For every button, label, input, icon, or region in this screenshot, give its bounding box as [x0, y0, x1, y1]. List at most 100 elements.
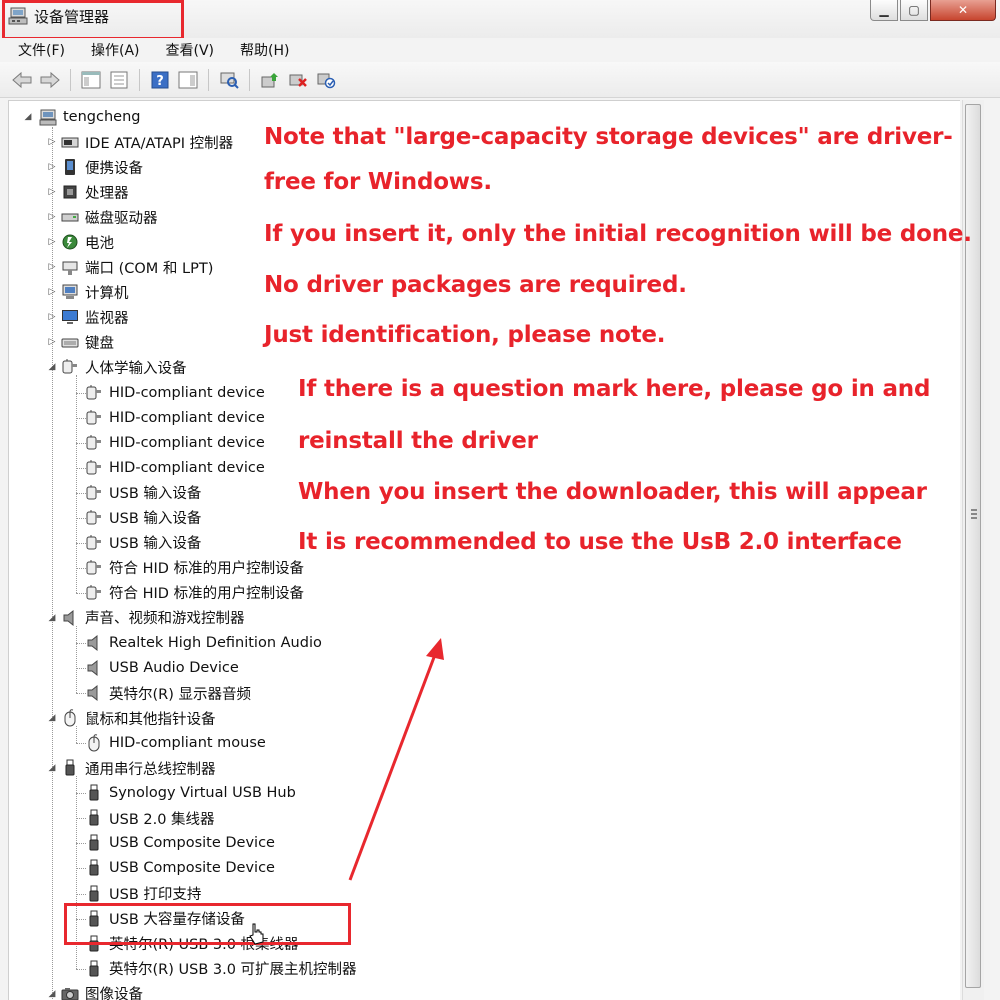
mouse-icon [88, 734, 100, 752]
expand-arrow-icon[interactable]: ▷ [47, 337, 57, 347]
tree-category-disk-drive[interactable]: ▷ 磁盘驱动器 [47, 205, 158, 229]
tree-device-mouse[interactable]: HID-compliant mouse [85, 731, 266, 755]
update-driver-icon[interactable] [258, 68, 282, 92]
action-pane-icon[interactable] [176, 68, 200, 92]
collapse-arrow-icon[interactable]: ◢ [47, 763, 57, 773]
tree-device-hid[interactable]: 符合 HID 标准的用户控制设备 [85, 581, 304, 605]
collapse-arrow-icon[interactable]: ◢ [47, 713, 57, 723]
expand-arrow-icon[interactable]: ▷ [47, 162, 57, 172]
collapse-arrow-icon[interactable]: ◢ [47, 362, 57, 372]
tree-category-portable-device[interactable]: ▷ 便携设备 [47, 155, 143, 179]
tree-category-ide-controller[interactable]: ▷ IDE ATA/ATAPI 控制器 [47, 130, 234, 154]
tree-category-monitor[interactable]: ▷ 监视器 [47, 305, 129, 329]
usb-icon [89, 809, 99, 826]
maximize-button[interactable]: ▢ [900, 0, 928, 21]
uninstall-icon[interactable] [286, 68, 310, 92]
svg-text:?: ? [156, 74, 164, 89]
tree-device-usb[interactable]: Synology Virtual USB Hub [85, 781, 296, 805]
tree-node-label: 人体学输入设备 [85, 360, 187, 377]
tree-device-hid[interactable]: USB 输入设备 [85, 506, 201, 530]
tree-device-hid[interactable]: 符合 HID 标准的用户控制设备 [85, 556, 304, 580]
tree-node-label: 符合 HID 标准的用户控制设备 [109, 561, 305, 578]
tree-device-usb[interactable]: USB Composite Device [85, 856, 275, 880]
expand-arrow-icon[interactable]: ▷ [47, 137, 57, 147]
menu-action[interactable]: 操作(A) [87, 38, 144, 62]
properties-icon[interactable] [107, 68, 131, 92]
tree-node-label: HID-compliant device [109, 384, 265, 401]
menu-help[interactable]: 帮助(H) [236, 38, 293, 62]
tree-category-port[interactable]: ▷ 端口 (COM 和 LPT) [47, 255, 214, 279]
hid-icon [86, 384, 101, 399]
tree-device-usb[interactable]: 英特尔(R) USB 3.0 可扩展主机控制器 [85, 957, 357, 981]
tree-device-speaker[interactable]: USB Audio Device [85, 656, 239, 680]
usb-icon [89, 834, 99, 851]
tree-node-label: USB Audio Device [109, 660, 239, 677]
expand-arrow-icon[interactable]: ▷ [47, 312, 57, 322]
tree-device-hid[interactable]: HID-compliant device [85, 406, 265, 430]
annotation-line-7: reinstall the driver [298, 428, 538, 454]
close-button[interactable]: ✕ [930, 0, 996, 21]
console-tree-icon[interactable] [79, 68, 103, 92]
tree-category-mouse[interactable]: ◢ 鼠标和其他指针设备 [47, 706, 216, 730]
collapse-arrow-icon[interactable]: ◢ [23, 112, 33, 122]
tree-device-usb[interactable]: USB 打印支持 [85, 882, 201, 906]
menu-view[interactable]: 查看(V) [162, 38, 219, 62]
annotation-line-2: free for Windows. [264, 169, 492, 195]
ide-controller-icon [61, 137, 79, 148]
monitor-icon [62, 310, 78, 325]
scan-hardware-icon[interactable] [217, 68, 241, 92]
tree-node-label: 端口 (COM 和 LPT) [85, 260, 214, 277]
tree-node-label: USB 2.0 集线器 [109, 811, 215, 828]
collapse-arrow-icon[interactable]: ◢ [47, 989, 57, 999]
computer-icon [62, 284, 78, 300]
expand-arrow-icon[interactable]: ▷ [47, 187, 57, 197]
minimize-button[interactable]: ▁ [870, 0, 898, 21]
tree-category-keyboard[interactable]: ▷ 键盘 [47, 330, 114, 354]
tree-node-label: 监视器 [85, 310, 129, 327]
tree-node-label: HID-compliant device [109, 459, 265, 476]
tree-device-hid[interactable]: USB 输入设备 [85, 531, 201, 555]
tree-device-usb[interactable]: USB 2.0 集线器 [85, 806, 215, 830]
tree-device-speaker[interactable]: 英特尔(R) 显示器音频 [85, 681, 251, 705]
tree-node-label: 符合 HID 标准的用户控制设备 [109, 586, 305, 603]
forward-icon[interactable] [38, 68, 62, 92]
tree-guide-line [76, 625, 77, 694]
expand-arrow-icon[interactable]: ▷ [47, 262, 57, 272]
port-icon [62, 261, 78, 276]
tree-node-label: USB 打印支持 [109, 887, 202, 903]
tree-node-label: 便携设备 [85, 160, 143, 177]
annotation-line-6: If there is a question mark here, please… [298, 376, 931, 402]
tree-device-hid[interactable]: HID-compliant device [85, 431, 265, 455]
speaker-icon [87, 634, 98, 652]
tree-category-camera[interactable]: ◢ 图像设备 [47, 982, 143, 1000]
speaker-icon [87, 660, 98, 677]
tree-device-usb[interactable]: USB Composite Device [85, 831, 275, 855]
tree-device-hid[interactable]: HID-compliant device [85, 456, 265, 480]
disable-icon[interactable] [314, 68, 338, 92]
menu-bar: 文件(F) 操作(A) 查看(V) 帮助(H) [0, 38, 1000, 62]
collapse-arrow-icon[interactable]: ◢ [47, 613, 57, 623]
annotation-line-3: If you insert it, only the initial recog… [264, 221, 972, 247]
tree-category-usb[interactable]: ◢ 通用串行总线控制器 [47, 756, 216, 780]
hid-icon [86, 559, 101, 575]
back-icon[interactable] [10, 68, 34, 92]
tree-category-hid[interactable]: ◢ 人体学输入设备 [47, 355, 187, 379]
processor-icon [63, 185, 77, 199]
tree-device-speaker[interactable]: Realtek High Definition Audio [85, 631, 322, 655]
menu-file[interactable]: 文件(F) [14, 38, 69, 62]
expand-arrow-icon[interactable]: ▷ [47, 212, 57, 222]
tree-root[interactable]: ◢ tengcheng [23, 105, 140, 129]
expand-arrow-icon[interactable]: ▷ [47, 287, 57, 297]
tree-category-computer[interactable]: ▷ 计算机 [47, 280, 129, 304]
tree-node-label: IDE ATA/ATAPI 控制器 [85, 135, 234, 152]
help-icon[interactable]: ? [148, 68, 172, 92]
tree-node-label: USB Composite Device [109, 835, 275, 852]
tree-device-hid[interactable]: HID-compliant device [85, 381, 265, 405]
expand-arrow-icon[interactable]: ▷ [47, 237, 57, 247]
tree-category-processor[interactable]: ▷ 处理器 [47, 180, 129, 204]
usb-icon [89, 885, 99, 901]
annotation-line-5: Just identification, please note. [264, 322, 666, 348]
tree-category-battery[interactable]: ▷ 电池 [47, 230, 114, 254]
tree-device-hid[interactable]: USB 输入设备 [85, 481, 201, 505]
mouse-pointer-icon [249, 923, 264, 945]
